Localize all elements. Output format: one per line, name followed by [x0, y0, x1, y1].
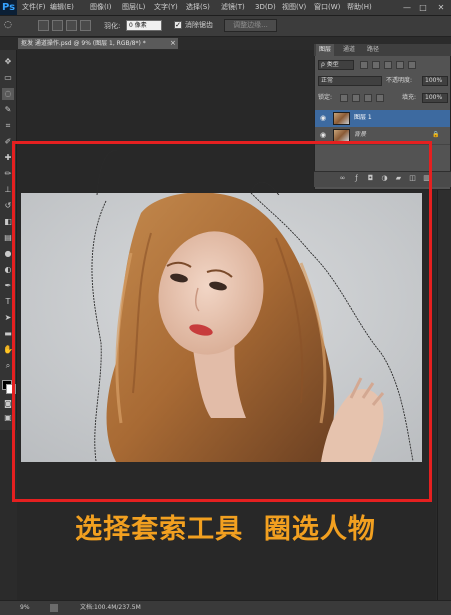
feather-input[interactable]: 0 像素 — [126, 20, 162, 31]
menu-view[interactable]: 视图(V) — [282, 0, 306, 15]
minimize-button[interactable]: — — [400, 0, 414, 15]
close-button[interactable]: ✕ — [434, 0, 448, 15]
menu-file[interactable]: 文件(F) — [22, 0, 46, 15]
add-selection-icon[interactable] — [52, 20, 63, 31]
document-tab[interactable]: 抠发 通道操作.psd @ 9% (图层 1, RGB/8*) * — [18, 38, 178, 49]
maximize-button[interactable]: □ — [416, 0, 430, 15]
status-bar — [0, 600, 451, 615]
photoshop-logo: Ps — [0, 0, 17, 15]
intersect-selection-icon[interactable] — [80, 20, 91, 31]
menu-select[interactable]: 选择(S) — [186, 0, 210, 15]
quick-select-tool-icon[interactable]: ✎ — [2, 104, 14, 116]
menu-help[interactable]: 帮助(H) — [347, 0, 372, 15]
crop-tool-icon[interactable]: ⌗ — [2, 120, 14, 132]
subtract-selection-icon[interactable] — [66, 20, 77, 31]
marquee-tool-icon[interactable]: ▭ — [2, 72, 14, 84]
antialias-checkbox[interactable]: ✓ — [174, 21, 182, 29]
new-selection-icon[interactable] — [38, 20, 49, 31]
lasso-tool-icon[interactable]: ◌ — [2, 88, 14, 100]
highlight-box — [12, 141, 432, 502]
menu-filter[interactable]: 滤镜(T) — [221, 0, 245, 15]
tutorial-caption: 选择套索工具 圈选人物 — [75, 514, 376, 545]
menu-layer[interactable]: 图层(L) — [122, 0, 145, 15]
menu-type[interactable]: 文字(Y) — [154, 0, 178, 15]
zoom-level[interactable]: 9% — [20, 602, 30, 614]
move-tool-icon[interactable]: ✥ — [2, 56, 14, 68]
menu-image[interactable]: 图像(I) — [90, 0, 112, 15]
close-tab-icon[interactable]: × — [170, 38, 178, 49]
feather-label: 羽化: — [104, 22, 121, 30]
menu-3d[interactable]: 3D(D) — [255, 0, 276, 15]
menu-edit[interactable]: 编辑(E) — [50, 0, 74, 15]
status-menu-icon[interactable] — [50, 604, 58, 612]
document-info[interactable]: 文档:100.4M/237.5M — [80, 602, 141, 614]
menu-window[interactable]: 窗口(W) — [314, 0, 340, 15]
refine-edge-button[interactable]: 调整边缘... — [224, 19, 277, 32]
antialias-label: 消除锯齿 — [185, 21, 213, 29]
lasso-tool-preset-icon[interactable]: ◌ — [4, 19, 20, 32]
